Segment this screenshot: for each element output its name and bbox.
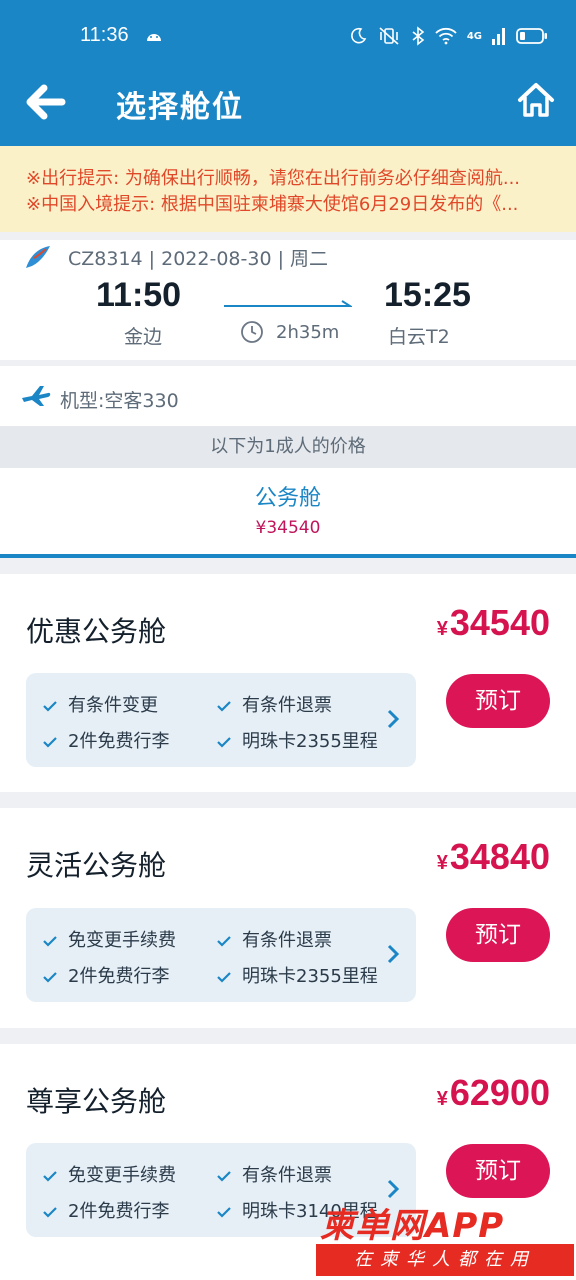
check-icon (217, 1207, 231, 1218)
check-icon (43, 701, 57, 712)
check-icon (217, 972, 231, 983)
mute-vibrate-icon (379, 27, 399, 45)
fare-price: ¥34840 (436, 836, 550, 877)
tab-price: ¥34540 (255, 518, 321, 538)
fare-card: 灵活公务舱 ¥34840 免变更手续费 有条件退票 2件免费行李 明珠卡2355… (0, 808, 576, 1028)
book-button[interactable]: 预订 (446, 674, 550, 728)
status-time: 11:36 (80, 24, 129, 46)
check-icon (43, 1171, 57, 1182)
watermark: 柬单网APP 在柬华人都在用 (316, 1196, 576, 1280)
chevron-right-icon[interactable] (386, 708, 400, 730)
plane-icon (22, 386, 51, 406)
perk-item: 有条件变更 (42, 691, 158, 717)
check-icon (43, 936, 57, 947)
aircraft-model: 机型:空客330 (60, 390, 179, 412)
back-arrow-icon[interactable] (22, 80, 70, 124)
arrival-time: 15:25 (384, 276, 471, 314)
status-icons: 4G (349, 22, 548, 50)
airline-logo-icon (26, 246, 50, 268)
signal-icon (492, 28, 505, 45)
departure-airport: 金边 (124, 326, 163, 348)
fare-name: 尊享公务舱 (26, 1085, 167, 1118)
home-icon[interactable] (516, 80, 556, 120)
watermark-slogan: 在柬华人都在用 (316, 1244, 574, 1276)
check-icon (217, 936, 231, 947)
bluetooth-icon (412, 26, 425, 46)
wifi-icon (435, 27, 457, 45)
tab-business-class[interactable]: 公务舱 ¥34540 (0, 468, 576, 558)
aircraft-info: 机型:空客330 (0, 366, 576, 426)
check-icon (43, 737, 57, 748)
tab-label: 公务舱 (254, 486, 321, 511)
notice-line: ※出行提示: 为确保出行顺畅，请您在出行前务必仔细查阅航... (26, 168, 521, 189)
book-button[interactable]: 预订 (446, 908, 550, 962)
fare-perks[interactable]: 有条件变更 有条件退票 2件免费行李 明珠卡2355里程 (26, 673, 416, 767)
check-icon (43, 1207, 57, 1218)
check-icon (217, 737, 231, 748)
moon-icon (350, 27, 367, 44)
perk-item: 明珠卡2355里程 (216, 727, 378, 753)
app-header: 11:36 4G 选择舱位 (0, 0, 576, 146)
fare-perks[interactable]: 免变更手续费 有条件退票 2件免费行李 明珠卡2355里程 (26, 908, 416, 1002)
departure-time: 11:50 (96, 276, 182, 314)
perk-item: 免变更手续费 (42, 1161, 176, 1187)
flight-meta: CZ8314 | 2022-08-30 | 周二 (68, 248, 329, 270)
perk-item: 明珠卡2355里程 (216, 962, 378, 988)
perk-item: 2件免费行李 (42, 1197, 169, 1223)
clock-icon (241, 321, 263, 343)
perk-item: 有条件退票 (216, 926, 332, 952)
fare-price: ¥62900 (436, 1072, 550, 1113)
book-button[interactable]: 预订 (446, 1144, 550, 1198)
nav-bar: 选择舱位 (0, 72, 576, 146)
fare-card: 优惠公务舱 ¥34540 有条件变更 有条件退票 2件免费行李 明珠卡2355里… (0, 574, 576, 792)
check-icon (217, 1171, 231, 1182)
check-icon (217, 701, 231, 712)
page-title: 选择舱位 (116, 90, 244, 125)
chevron-right-icon[interactable] (386, 943, 400, 965)
flight-info: CZ8314 | 2022-08-30 | 周二 11:50 金边 2h35m … (0, 240, 576, 360)
battery-icon (516, 28, 547, 44)
network-type: 4G (466, 30, 482, 42)
flight-duration: 2h35m (276, 322, 340, 343)
notice-line: ※中国入境提示: 根据中国驻柬埔寨大使馆6月29日发布的《... (26, 194, 519, 215)
fare-price: ¥34540 (436, 602, 550, 643)
tab-indicator (0, 554, 576, 558)
fare-name: 优惠公务舱 (26, 615, 167, 648)
perk-item: 2件免费行李 (42, 962, 169, 988)
price-hint: 以下为1成人的价格 (0, 426, 576, 468)
travel-notice[interactable]: ※出行提示: 为确保出行顺畅，请您在出行前务必仔细查阅航... ※中国入境提示:… (0, 146, 576, 232)
perk-item: 免变更手续费 (42, 926, 176, 952)
check-icon (43, 972, 57, 983)
android-icon (147, 34, 161, 41)
flight-arrow-icon (224, 300, 352, 307)
watermark-logo: 柬单网APP (320, 1206, 505, 1246)
status-bar: 11:36 4G (0, 0, 576, 72)
arrival-airport: 白云T2 (388, 326, 450, 348)
perk-item: 2件免费行李 (42, 727, 169, 753)
perk-item: 有条件退票 (216, 691, 332, 717)
perk-item: 有条件退票 (216, 1161, 332, 1187)
fare-name: 灵活公务舱 (26, 849, 167, 882)
